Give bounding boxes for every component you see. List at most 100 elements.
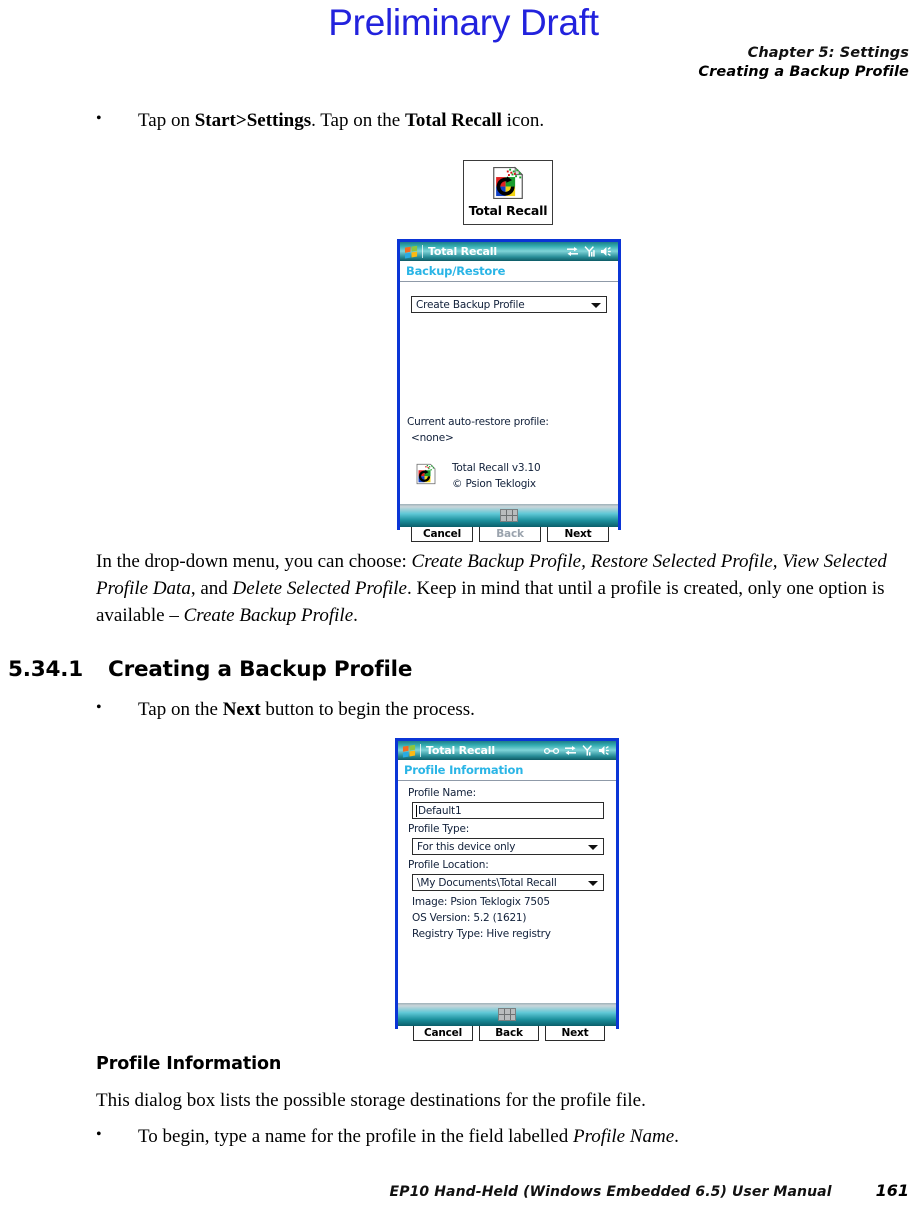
dialog2-button-row: Cancel Back Next: [413, 1024, 605, 1041]
dialog2-taskbar: [398, 1003, 616, 1026]
total-recall-desktop-icon[interactable]: Total Recall: [463, 160, 553, 225]
dialog1-title: Total Recall: [428, 245, 497, 258]
dialog2-title: Total Recall: [426, 744, 495, 757]
bullet1-part1: Tap on: [138, 110, 195, 131]
signal-icon[interactable]: [584, 246, 595, 257]
back-button[interactable]: Back: [479, 1024, 539, 1041]
chevron-down-icon: [591, 302, 601, 308]
para1-t1: In the drop-down menu, you can choose:: [96, 551, 412, 572]
running-head: Chapter 5: Settings Creating a Backup Pr…: [698, 44, 909, 81]
running-head-chapter: Chapter 5: Settings: [747, 45, 909, 61]
dialog2-subtitle-bar: Profile Information: [398, 760, 616, 781]
profile-information-subheading: Profile Information: [96, 1054, 282, 1074]
section-heading: 5.34.1 Creating a Backup Profile: [8, 657, 708, 685]
bullet-text: Tap on the Next button to begin the proc…: [138, 697, 796, 722]
bullet3-part1: To begin, type a name for the profile in…: [138, 1126, 573, 1147]
bullet1-bold2: Total Recall: [404, 110, 502, 131]
preliminary-draft-watermark: Preliminary Draft: [328, 2, 599, 43]
signal-icon[interactable]: [582, 745, 593, 756]
bullet3-i1: Profile Name: [573, 1126, 675, 1147]
dialog1-subtitle-bar: Backup/Restore: [400, 261, 618, 282]
section-number: 5.34.1: [8, 657, 83, 682]
about-version: Total Recall v3.10: [452, 462, 541, 474]
auto-restore-label: Current auto-restore profile:: [407, 416, 549, 428]
dialog2-title-bar: Total Recall: [398, 741, 616, 760]
footer-manual-title: EP10 Hand-Held (Windows Embedded 6.5) Us…: [389, 1184, 832, 1200]
connectivity-icon[interactable]: [564, 745, 577, 756]
bullet-marker: •: [96, 699, 102, 716]
bullet-text: To begin, type a name for the profile in…: [138, 1124, 896, 1149]
bullet-marker: •: [96, 1126, 102, 1143]
dialog1-system-tray: [566, 242, 613, 261]
volume-icon[interactable]: [598, 745, 611, 756]
bullet1-part3: icon.: [501, 110, 545, 131]
cancel-button[interactable]: Cancel: [411, 525, 473, 542]
auto-restore-value: <none>: [411, 432, 454, 444]
next-button[interactable]: Next: [545, 1024, 605, 1041]
cancel-button[interactable]: Cancel: [413, 1024, 473, 1041]
text-caret: [416, 804, 417, 817]
running-head-section: Creating a Backup Profile: [698, 63, 909, 80]
dialog1-taskbar: [400, 504, 618, 527]
bullet-item-tap-start-settings: • Tap on Start>Settings. Tap on the Tota…: [96, 108, 796, 133]
profile-type-dropdown[interactable]: For this device only: [412, 838, 604, 855]
profile-location-label: Profile Location:: [408, 859, 489, 871]
title-separator: [422, 245, 423, 258]
para1-i2: Delete Selected Profile: [232, 577, 407, 599]
bullet2-bold1: Next: [222, 699, 261, 720]
para1-t2: , and: [190, 577, 233, 599]
back-button[interactable]: Back: [479, 525, 541, 542]
profile-location-dropdown[interactable]: \My Documents\Total Recall: [412, 874, 604, 891]
profile-information-dialog: Total Recall Profile Information Profile…: [395, 738, 619, 1041]
chevron-down-icon: [588, 844, 598, 850]
dialog1-body: Create Backup Profile Current auto-resto…: [400, 282, 618, 542]
profile-type-value: For this device only: [417, 840, 516, 853]
profile-name-value: Default1: [418, 804, 462, 817]
section-title: Creating a Backup Profile: [108, 657, 413, 682]
title-separator: [420, 744, 421, 757]
bullet1-bold1: Start>Settings: [194, 110, 312, 131]
bullet2-part2: button to begin the process.: [260, 699, 475, 720]
bullet-item-tap-next: • Tap on the Next button to begin the pr…: [96, 697, 796, 722]
windows-logo-icon: [402, 744, 417, 758]
total-recall-icon: [416, 463, 436, 485]
profile-name-input[interactable]: Default1: [412, 802, 604, 819]
dialog1-title-bar: Total Recall: [400, 242, 618, 261]
dialog1-subtitle: Backup/Restore: [406, 264, 506, 278]
headset-icon[interactable]: [544, 746, 559, 756]
windows-logo-icon: [404, 245, 419, 259]
dropdown-explanation-paragraph: In the drop-down menu, you can choose: C…: [96, 549, 913, 630]
backup-restore-dialog: Total Recall Backup/Restore Create Backu…: [397, 239, 621, 542]
page-footer: EP10 Hand-Held (Windows Embedded 6.5) Us…: [0, 1181, 917, 1201]
bullet-item-type-name: • To begin, type a name for the profile …: [96, 1124, 896, 1149]
profile-location-value: \My Documents\Total Recall: [417, 876, 557, 889]
bullet2-part1: Tap on the: [138, 699, 223, 720]
bullet-marker: •: [96, 110, 102, 127]
connectivity-icon[interactable]: [566, 246, 579, 257]
chevron-down-icon: [588, 880, 598, 886]
para1-i3: Create Backup Profile: [183, 604, 354, 626]
image-info: Image: Psion Teklogix 7505: [412, 896, 550, 908]
next-button[interactable]: Next: [547, 525, 609, 542]
total-recall-icon: [493, 166, 524, 200]
footer-page-number: 161: [875, 1181, 909, 1200]
volume-icon[interactable]: [600, 246, 613, 257]
backup-action-value: Create Backup Profile: [416, 298, 525, 311]
dialog2-subtitle: Profile Information: [404, 763, 524, 777]
profile-type-label: Profile Type:: [408, 823, 470, 835]
registry-type-info: Registry Type: Hive registry: [412, 928, 551, 940]
dialog2-body: Profile Name: Default1 Profile Type: For…: [398, 781, 616, 1041]
profile-name-label: Profile Name:: [408, 787, 476, 799]
para1-t4: .: [353, 604, 358, 626]
dialog1-button-row: Cancel Back Next: [411, 525, 609, 542]
total-recall-icon-caption: Total Recall: [468, 203, 548, 218]
about-copyright: © Psion Teklogix: [452, 478, 536, 490]
profile-information-paragraph: This dialog box lists the possible stora…: [96, 1090, 646, 1111]
bullet-text: Tap on Start>Settings. Tap on the Total …: [138, 108, 796, 133]
os-version-info: OS Version: 5.2 (1621): [412, 912, 527, 924]
keyboard-sip-icon[interactable]: [498, 1008, 516, 1021]
bullet1-part2: . Tap on the: [311, 110, 405, 131]
bullet3-part2: .: [674, 1126, 679, 1147]
keyboard-sip-icon[interactable]: [500, 509, 518, 522]
backup-action-dropdown[interactable]: Create Backup Profile: [411, 296, 607, 313]
